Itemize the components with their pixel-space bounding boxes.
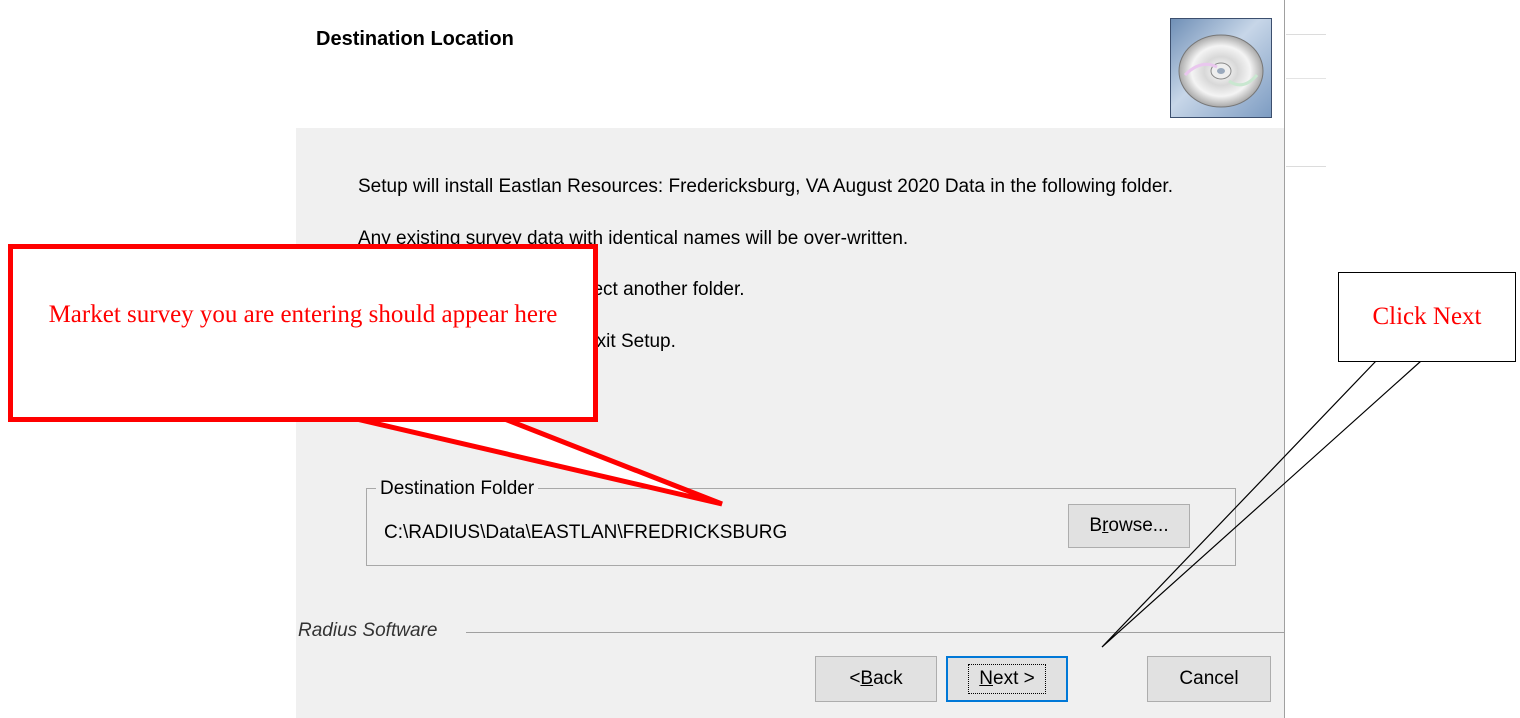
red-callout-pointer (351, 415, 723, 507)
black-callout-pointer (1101, 360, 1422, 648)
click-next-callout: Click Next (1338, 272, 1516, 362)
market-survey-callout: Market survey you are entering should ap… (8, 244, 598, 422)
